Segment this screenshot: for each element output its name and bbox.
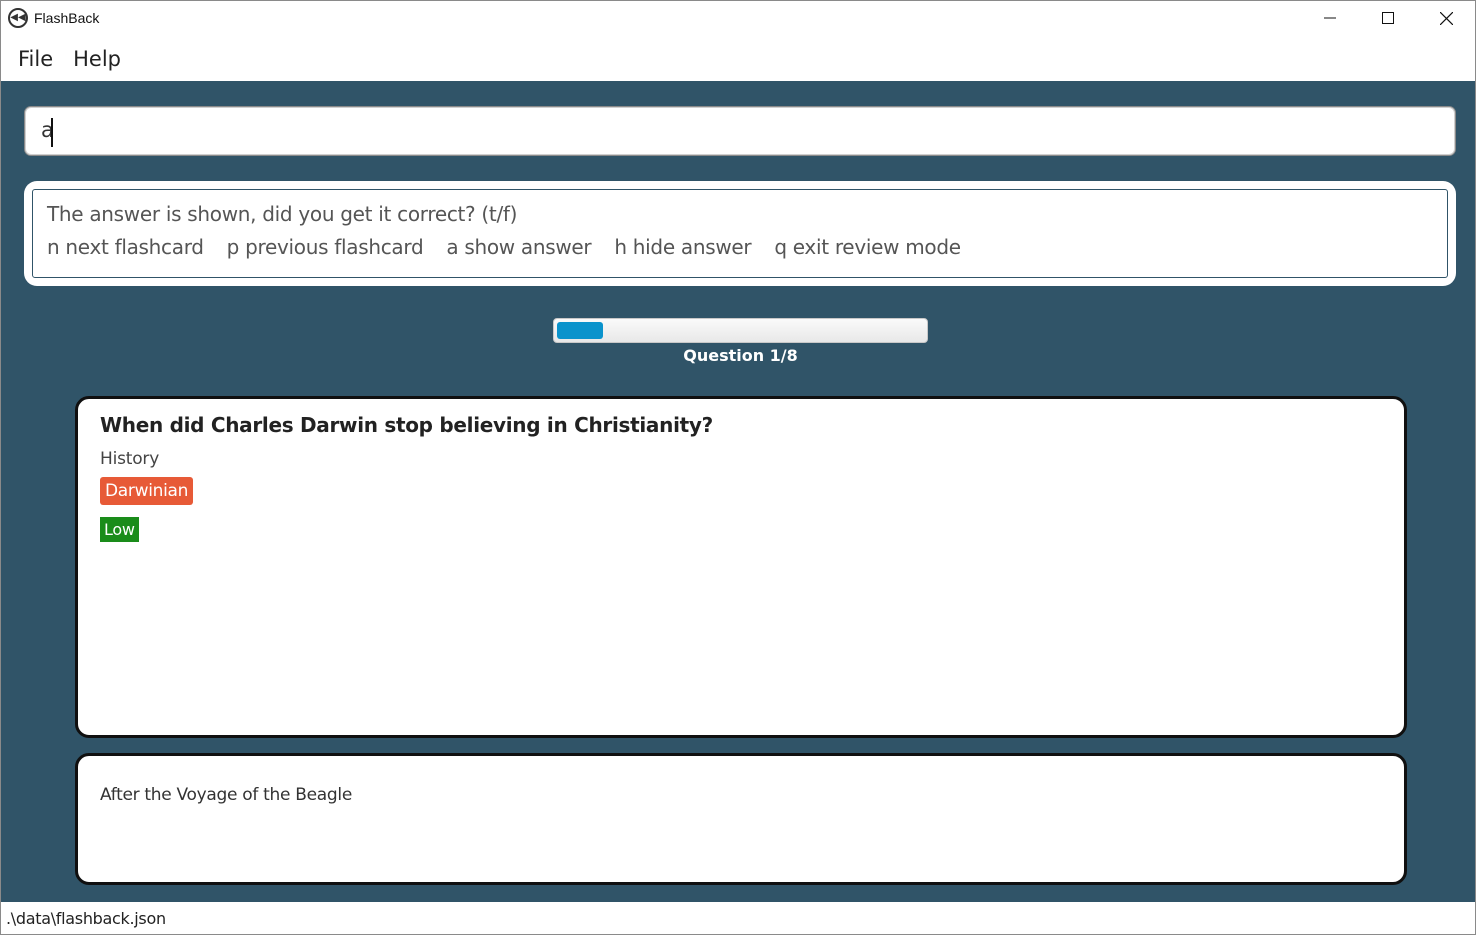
file-path: .\data\flashback.json	[6, 908, 166, 928]
maximize-button[interactable]	[1359, 1, 1417, 35]
result-message: The answer is shown, did you get it corr…	[47, 202, 518, 226]
rewind-icon: ◀◀	[8, 8, 28, 28]
text-caret	[51, 118, 53, 147]
progress-bar	[553, 318, 928, 343]
progress-bar-fill	[557, 322, 603, 339]
close-button[interactable]	[1417, 1, 1475, 35]
maximize-icon	[1382, 12, 1394, 24]
priority-badge: Low	[100, 517, 139, 542]
answer-card: After the Voyage of the Beagle	[75, 753, 1407, 885]
category-label: History	[100, 449, 160, 469]
window-title: FlashBack	[34, 10, 100, 26]
question-text: When did Charles Darwin stop believing i…	[100, 413, 713, 437]
question-card: When did Charles Darwin stop believing i…	[75, 396, 1407, 738]
hint-hide-answer: h hide answer	[614, 235, 752, 259]
answer-text: After the Voyage of the Beagle	[100, 785, 352, 805]
main-panel: a The answer is shown, did you get it co…	[1, 81, 1475, 902]
minimize-button[interactable]	[1301, 1, 1359, 35]
window-controls	[1301, 1, 1475, 35]
hint-exit-review: q exit review mode	[774, 235, 961, 259]
result-display: The answer is shown, did you get it corr…	[24, 181, 1456, 286]
result-display-inner[interactable]: The answer is shown, did you get it corr…	[32, 189, 1448, 278]
result-hints: n next flashcard p previous flashcard a …	[47, 235, 984, 259]
menu-file[interactable]: File	[18, 47, 53, 71]
hint-previous: p previous flashcard	[226, 235, 424, 259]
close-icon	[1439, 11, 1453, 25]
command-input[interactable]: a	[24, 106, 1456, 156]
menu-bar: File Help	[1, 39, 124, 79]
title-bar: ◀◀ FlashBack	[1, 1, 1475, 35]
app-window: ◀◀ FlashBack File Help a The answer is s…	[0, 0, 1476, 935]
hint-show-answer: a show answer	[446, 235, 592, 259]
menu-help[interactable]: Help	[73, 47, 121, 71]
status-bar: .\data\flashback.json	[1, 902, 1475, 934]
minimize-icon	[1324, 17, 1336, 19]
hint-next: n next flashcard	[47, 235, 204, 259]
tag-badge: Darwinian	[100, 477, 194, 505]
progress-label: Question 1/8	[683, 346, 798, 365]
